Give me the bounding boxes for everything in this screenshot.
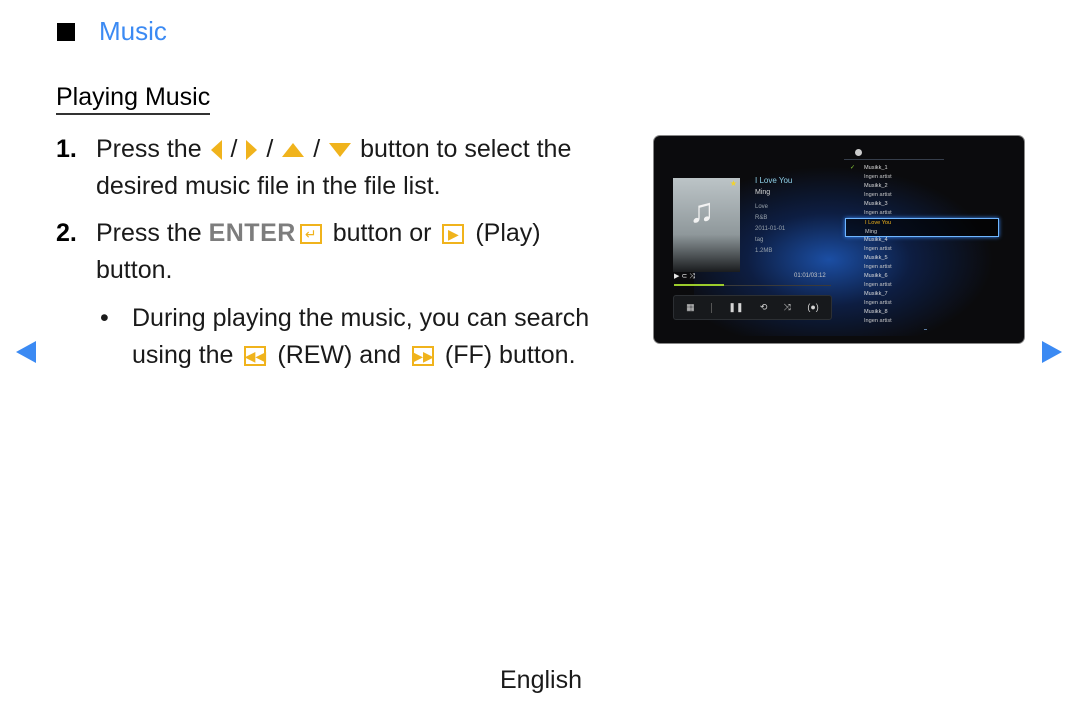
playlist-item-title: Musikk_4 [864, 237, 888, 243]
playback-time: 01:01/03:12 [794, 273, 826, 279]
playlist-item-title: Musikk_1 [864, 165, 888, 171]
section-title: Music [99, 16, 167, 46]
track-tag: tag [755, 237, 764, 243]
separator: / [266, 135, 274, 163]
playlist-item[interactable]: Musikk_2 Ingen artist [847, 182, 1007, 200]
now-playing-info: I Love You Ming Love R&B 2011-01-01 tag … [755, 175, 792, 257]
info-icon [855, 149, 862, 156]
progress-bar[interactable] [674, 284, 831, 286]
playlist-item-artist: Ingen artist [864, 282, 892, 288]
next-page-arrow-icon[interactable] [1042, 341, 1062, 363]
playlist-item[interactable]: Musikk_5 Ingen artist [847, 254, 1007, 272]
step-number: 2. [56, 219, 77, 247]
shuffle-icon: ⤨ [689, 273, 697, 280]
step-1: 1. Press the / / / button to select the d… [56, 131, 616, 205]
down-arrow-key-icon [329, 143, 352, 158]
track-size: 1.2MB [755, 248, 773, 254]
note-text: During playing the music, you can search [132, 304, 590, 332]
playlist-scroll-indicator [924, 329, 927, 330]
playlist-item[interactable]: Musikk_8 Ingen artist [847, 308, 1007, 326]
section-header: Music [57, 16, 167, 47]
track-title: I Love You [755, 176, 793, 185]
pause-button[interactable]: ❚❚ [728, 303, 743, 312]
control-bar: ▦ ❚❚ ⟲ ⤨ (●) [673, 295, 832, 320]
repeat-button[interactable]: ⟲ [760, 303, 768, 312]
note-bullet: • During playing the music, you can searc… [100, 300, 620, 374]
playback-status: ▶⊂⤨ [674, 272, 697, 281]
playlist-item-title: I Love You [865, 220, 892, 226]
separator: / [230, 135, 238, 163]
ff-label: (FF) button. [444, 341, 576, 369]
rew-label: (REW) and [277, 341, 402, 369]
playlist-grid-button[interactable]: ▦ [686, 303, 695, 312]
footer-language: English [500, 666, 582, 694]
playlist-item-artist: Ingen artist [864, 192, 892, 198]
playlist-item-title: Musikk_2 [864, 183, 888, 189]
bullet-dot: • [100, 304, 109, 332]
enter-label: ENTER [208, 219, 296, 247]
track-date: 2011-01-01 [755, 226, 786, 232]
subheading: Playing Music [56, 82, 211, 115]
enter-key-icon: ↵ [299, 224, 322, 245]
playlist-item-artist: Ingen artist [864, 174, 892, 180]
playlist-item-artist: Ingen artist [864, 300, 892, 306]
track-album: Love [755, 204, 769, 210]
step-text: button or [332, 219, 432, 247]
favorite-star-icon: ★ [729, 179, 737, 188]
control-separator [711, 302, 713, 313]
black-square-icon [57, 22, 75, 41]
step-number: 1. [56, 135, 77, 163]
playlist-item-artist: Ingen artist [864, 264, 892, 270]
playlist-item-title: Musikk_7 [864, 291, 888, 297]
right-arrow-key-icon [246, 140, 258, 161]
playlist-item[interactable]: I Love You Ming [845, 218, 999, 237]
playlist-item[interactable]: Musikk_4 Ingen artist [847, 236, 1007, 254]
checkmark-icon: ✓ [850, 165, 856, 171]
playlist-top-divider [844, 159, 944, 160]
playlist-item-artist: Ingen artist [864, 246, 892, 252]
playlist-item-artist: Ingen artist [864, 210, 892, 216]
step-text: Press the [96, 219, 202, 247]
sound-mode-button[interactable]: (●) [807, 303, 818, 312]
playlist-item[interactable]: ✓ Musikk_1 Ingen artist [847, 164, 1007, 182]
tv-music-player-screenshot: ♫ ★ I Love You Ming Love R&B 2011-01-01 … [654, 136, 1024, 343]
playlist-item-title: Musikk_5 [864, 255, 888, 261]
up-arrow-key-icon [282, 143, 305, 158]
playlist-item[interactable]: Musikk_6 Ingen artist [847, 272, 1007, 290]
progress-fill [674, 284, 725, 286]
playlist-item-title: Musikk_6 [864, 273, 888, 279]
track-genre: R&B [755, 215, 768, 221]
step-text: Press the [96, 135, 202, 163]
step-2: 2. Press the ENTER ↵ button or ▶ (Play) bu… [56, 215, 616, 289]
play-key-icon: ▶ [442, 224, 465, 245]
playlist: ✓ Musikk_1 Ingen artist Musikk_2 Ingen artis… [845, 164, 1007, 326]
separator: / [313, 135, 321, 163]
note-text: using the [132, 341, 234, 369]
album-art: ♫ ★ [673, 178, 740, 272]
shuffle-button[interactable]: ⤨ [784, 303, 791, 312]
playlist-item[interactable]: Musikk_3 Ingen artist [847, 200, 1007, 218]
step-text-line2: desired music file in the file list. [96, 172, 441, 200]
fast-forward-key-icon: ▶▶ [411, 346, 434, 367]
previous-page-arrow-icon[interactable] [16, 341, 36, 363]
playlist-item[interactable]: Musikk_7 Ingen artist [847, 290, 1007, 308]
playlist-item-artist: Ingen artist [864, 318, 892, 324]
step-text: button to select the [360, 135, 572, 163]
track-artist: Ming [755, 189, 771, 196]
play-label: (Play) [475, 219, 541, 247]
rewind-key-icon: ◀◀ [244, 346, 267, 367]
playlist-item-title: Musikk_8 [864, 309, 888, 315]
step-text-line2: button. [96, 256, 173, 284]
playlist-item-title: Musikk_3 [864, 201, 888, 207]
left-arrow-key-icon [210, 140, 222, 161]
music-note-icon: ♫ [689, 192, 715, 230]
